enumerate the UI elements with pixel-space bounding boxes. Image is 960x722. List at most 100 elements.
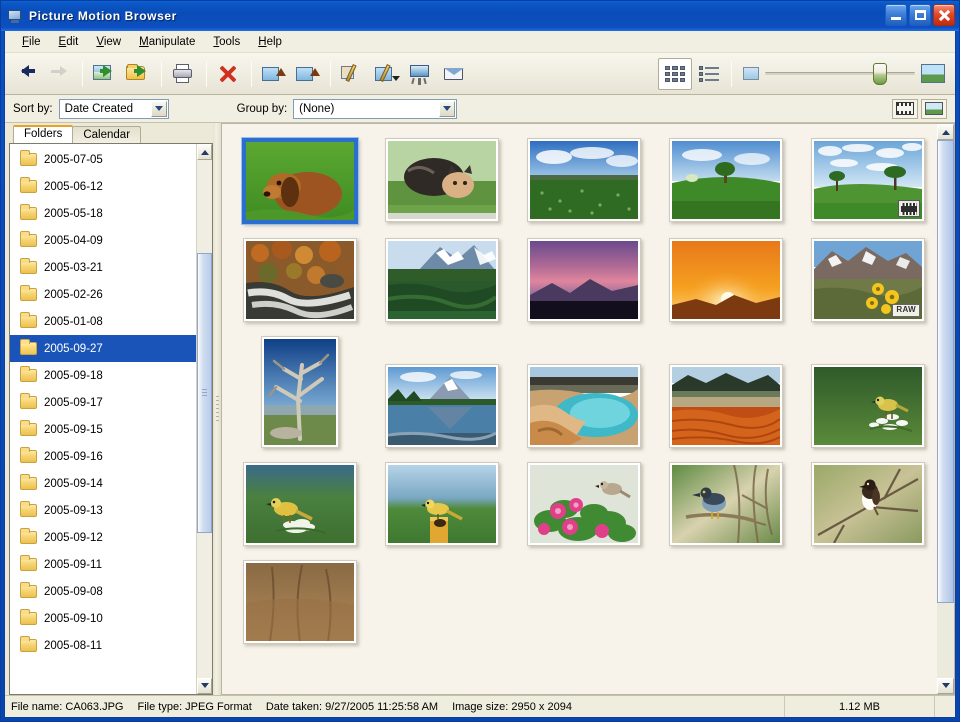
scroll-up-button[interactable] — [197, 144, 212, 160]
thumbnail-yellow-wagtail-on-post[interactable] — [385, 462, 499, 546]
thumbnail-teton-lake-reflection[interactable] — [385, 364, 499, 448]
email-button[interactable] — [438, 58, 472, 90]
thumbnail-cell[interactable] — [236, 138, 364, 224]
slider-handle[interactable] — [873, 63, 887, 85]
thumbnail-purple-dusk-mountains[interactable] — [527, 238, 641, 322]
thumbnail-tabby-cat-in-grass[interactable] — [385, 138, 499, 222]
thumbnail-cell[interactable] — [804, 336, 932, 448]
thumbnail-green-meadow-under-clouds[interactable] — [527, 138, 641, 222]
folder-item[interactable]: 2005-09-17 — [10, 389, 196, 416]
folder-item[interactable]: 2005-09-08 — [10, 578, 196, 605]
content-scrollbar-thumb[interactable] — [937, 140, 954, 603]
thumbnail-cell[interactable] — [662, 462, 790, 546]
menu-help[interactable]: Help — [249, 34, 291, 50]
folder-item[interactable]: 2005-07-05 — [10, 146, 196, 173]
delete-button[interactable] — [212, 58, 246, 90]
chevron-down-icon[interactable] — [439, 100, 456, 117]
menu-file[interactable]: File — [13, 34, 50, 50]
content-scroll-up-button[interactable] — [937, 124, 954, 140]
thumbnail-reeds-partial-row[interactable] — [243, 560, 357, 644]
thumbnail-yellow-bird-on-white-flower[interactable] — [811, 364, 925, 448]
folder-item[interactable]: 2005-09-15 — [10, 416, 196, 443]
thumbnail-cell[interactable] — [662, 238, 790, 322]
folder-item[interactable]: 2005-09-10 — [10, 605, 196, 632]
thumbnail-cell[interactable] — [378, 238, 506, 322]
thumbnail-cell[interactable]: RAW — [804, 238, 932, 322]
rotate-left-button[interactable] — [257, 58, 291, 90]
folder-item[interactable]: 2005-02-26 — [10, 281, 196, 308]
thumbnail-green-hill-with-tree[interactable] — [669, 138, 783, 222]
view-thumbnails-button[interactable] — [658, 57, 692, 90]
thumbnail-lone-tree-on-hillside[interactable] — [811, 138, 925, 222]
chevron-down-icon[interactable] — [150, 100, 167, 117]
thumbnail-cell[interactable] — [662, 138, 790, 222]
folder-item[interactable]: 2005-06-12 — [10, 173, 196, 200]
menu-manipulate[interactable]: Manipulate — [130, 34, 204, 50]
thumbnail-dachshund-puppy-in-grass[interactable] — [242, 138, 358, 224]
thumbnail-thermal-spring-blue-pool[interactable] — [527, 364, 641, 448]
thumbnail-cell[interactable] — [662, 336, 790, 448]
thumbnail-cell[interactable] — [236, 336, 364, 448]
forward-button[interactable] — [43, 58, 77, 90]
group-by-select[interactable]: (None) — [293, 98, 458, 119]
folder-item[interactable]: 2005-09-11 — [10, 551, 196, 578]
thumbnail-cell[interactable] — [520, 462, 648, 546]
thumbnail-cell[interactable] — [520, 238, 648, 322]
scrollbar-thumb[interactable] — [197, 253, 212, 533]
back-button[interactable] — [9, 58, 43, 90]
scroll-down-button[interactable] — [197, 678, 212, 694]
thumbnail-cell[interactable] — [520, 336, 648, 448]
thumbnail-cell[interactable] — [236, 238, 364, 322]
thumbnail-cell[interactable] — [804, 138, 932, 222]
thumbnail-bird-among-pink-flowers[interactable] — [527, 462, 641, 546]
menu-edit[interactable]: Edit — [50, 34, 88, 50]
edit-image-button[interactable] — [336, 58, 370, 90]
thumbnail-cell[interactable] — [520, 138, 648, 222]
tab-calendar[interactable]: Calendar — [72, 126, 142, 144]
folder-item[interactable]: 2005-09-13 — [10, 497, 196, 524]
content-scroll-down-button[interactable] — [937, 678, 954, 694]
folder-item[interactable]: 2005-04-09 — [10, 227, 196, 254]
rotate-right-button[interactable] — [291, 58, 325, 90]
sort-by-select[interactable]: Date Created — [58, 98, 169, 119]
thumbnail-pane[interactable]: RAW — [221, 123, 937, 695]
folder-item[interactable]: 2005-09-18 — [10, 362, 196, 389]
panel-splitter[interactable] — [213, 123, 221, 695]
minimize-button[interactable] — [885, 4, 907, 26]
menu-tools[interactable]: Tools — [204, 34, 249, 50]
thumbnail-orange-sunset-over-ridge[interactable] — [669, 238, 783, 322]
thumbnail-cell[interactable] — [378, 138, 506, 222]
thumbnail-cell[interactable] — [236, 560, 364, 644]
thumbnail-snowy-peak-lake-reflection[interactable] — [385, 238, 499, 322]
folder-item[interactable]: 2005-09-14 — [10, 470, 196, 497]
thumbnail-orange-thermal-basin[interactable] — [669, 364, 783, 448]
small-thumbnail-icon[interactable] — [743, 67, 759, 80]
folder-tree[interactable]: 2005-07-05 2005-06-12 2005-05-18 2005-04… — [10, 144, 196, 694]
view-list-button[interactable] — [692, 58, 726, 90]
folder-item[interactable]: 2005-05-18 — [10, 200, 196, 227]
close-button[interactable] — [933, 4, 955, 26]
thumbnail-cell[interactable] — [236, 462, 364, 546]
thumbnail-stonechat-on-twig[interactable] — [811, 462, 925, 546]
folder-item[interactable]: 2005-09-16 — [10, 443, 196, 470]
thumbnail-yellow-wagtail-on-blossom[interactable] — [243, 462, 357, 546]
folder-item[interactable]: 2005-01-08 — [10, 308, 196, 335]
content-scrollbar[interactable] — [937, 123, 955, 695]
thumbnail-autumn-stream-rocks[interactable] — [243, 238, 357, 322]
menu-view[interactable]: View — [87, 34, 130, 50]
thumbnail-cell[interactable] — [378, 462, 506, 546]
maximize-button[interactable] — [909, 4, 931, 26]
adjust-button[interactable] — [370, 58, 404, 90]
folder-item-selected[interactable]: 2005-09-27 — [10, 335, 196, 362]
print-button[interactable] — [167, 58, 201, 90]
thumbnail-cell[interactable] — [378, 336, 506, 448]
thumbnail-size-slider[interactable] — [765, 63, 915, 85]
filmstrip-view-button[interactable] — [892, 98, 918, 119]
tab-folders[interactable]: Folders — [13, 125, 74, 143]
content-scrollbar-track[interactable] — [937, 140, 954, 678]
large-thumbnail-icon[interactable] — [921, 64, 945, 83]
folder-item[interactable]: 2005-08-11 — [10, 632, 196, 659]
folder-item[interactable]: 2005-03-21 — [10, 254, 196, 281]
thumbnail-mountain-with-yellow-flowers[interactable]: RAW — [811, 238, 925, 322]
thumbnail-weathered-dead-tree[interactable] — [261, 336, 339, 448]
